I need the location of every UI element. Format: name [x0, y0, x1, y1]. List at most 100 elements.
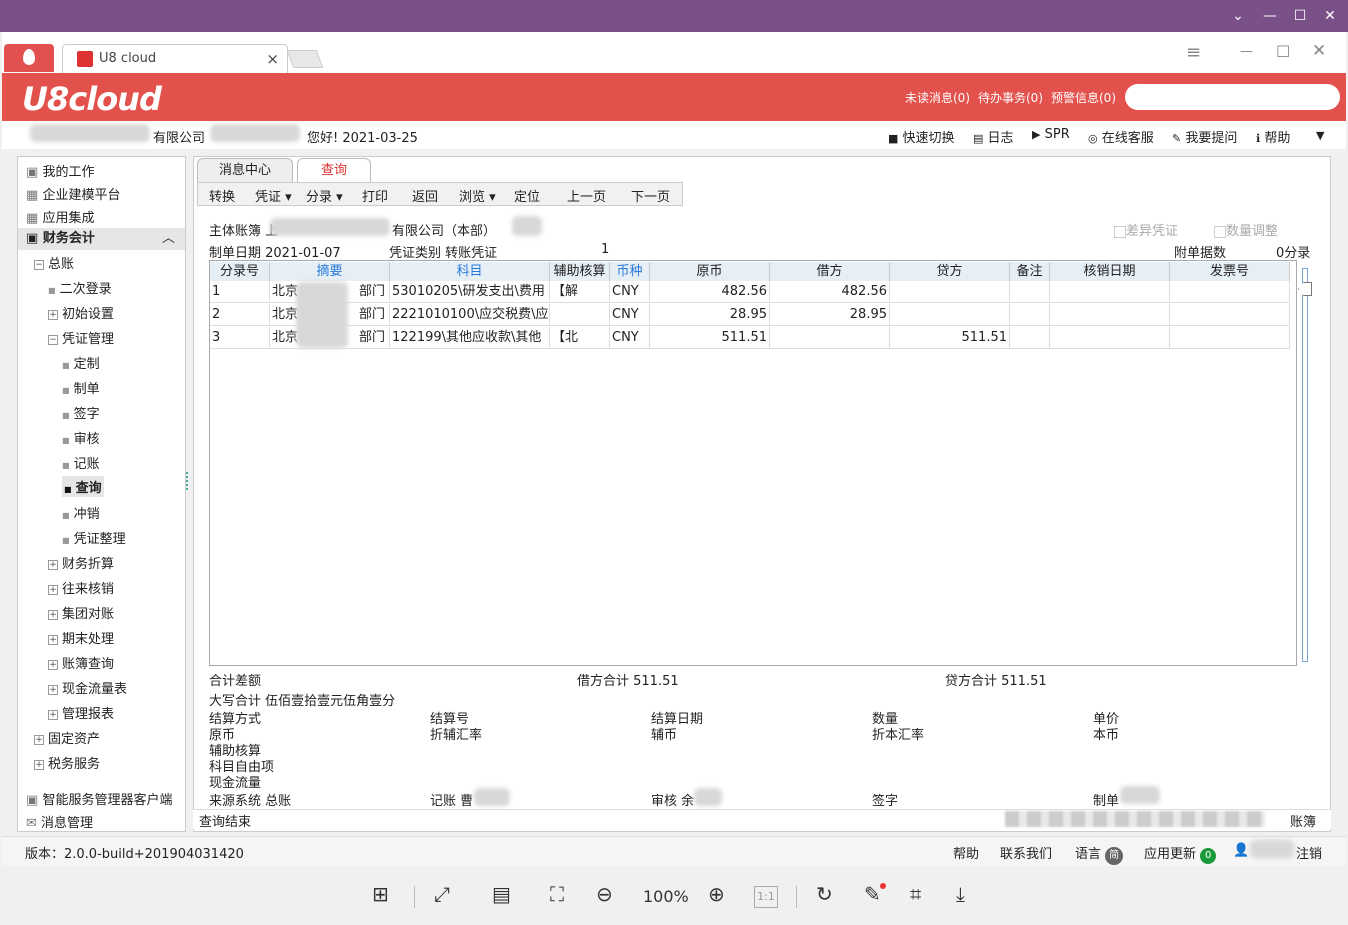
- tree-node-fixed-assets[interactable]: + 固定资产: [34, 728, 100, 747]
- tree-node-relogin[interactable]: ■ 二次登录: [48, 278, 112, 297]
- unread-messages-link[interactable]: 未读消息(0): [905, 89, 970, 106]
- table-cell[interactable]: [1170, 304, 1290, 326]
- table-cell[interactable]: 28.95: [770, 304, 890, 326]
- log-button[interactable]: ▤ 日志: [973, 127, 1014, 146]
- close-icon[interactable]: ✕: [1320, 6, 1340, 26]
- sidebar-item-service-client[interactable]: ▣ 智能服务管理器客户端: [26, 789, 172, 808]
- table-cell[interactable]: [1050, 304, 1170, 326]
- fit-screen-icon[interactable]: ⛶: [550, 882, 564, 906]
- prev-page-button[interactable]: 上一页: [567, 186, 606, 205]
- table-cell[interactable]: 2: [210, 304, 270, 326]
- tree-node-post[interactable]: ■ 记账: [62, 453, 100, 472]
- col-header[interactable]: 贷方: [890, 262, 1010, 281]
- minimize-icon[interactable]: —: [1260, 6, 1280, 26]
- browser-close-icon[interactable]: ✕: [1312, 41, 1326, 61]
- table-cell[interactable]: CNY: [610, 281, 650, 303]
- table-cell[interactable]: [1050, 327, 1170, 349]
- ask-question-button[interactable]: ✎ 我要提问: [1172, 127, 1237, 146]
- help-button[interactable]: ℹ 帮助: [1256, 127, 1290, 146]
- table-cell[interactable]: [1010, 327, 1050, 349]
- table-cell[interactable]: CNY: [610, 327, 650, 349]
- table-cell[interactable]: [1010, 304, 1050, 326]
- entry-dropdown[interactable]: 分录 ▾: [306, 186, 343, 205]
- tree-node-voucher-mgmt[interactable]: − 凭证管理: [48, 328, 114, 347]
- table-cell[interactable]: [1170, 327, 1290, 349]
- browser-tab[interactable]: U8 cloud ×: [62, 44, 288, 74]
- next-page-button[interactable]: 下一页: [631, 186, 670, 205]
- col-header[interactable]: 摘要: [270, 262, 390, 281]
- col-header[interactable]: 分录号: [210, 262, 270, 281]
- col-header[interactable]: 科目: [390, 262, 550, 281]
- table-cell[interactable]: 28.95: [650, 304, 770, 326]
- browser-minimize-icon[interactable]: —: [1240, 44, 1253, 59]
- fit-width-icon[interactable]: ⤢: [434, 882, 450, 906]
- tab-close-icon[interactable]: ×: [266, 50, 279, 68]
- annotate-icon[interactable]: ✎: [864, 882, 881, 906]
- header-search-input[interactable]: [1125, 84, 1340, 110]
- table-cell[interactable]: 511.51: [650, 327, 770, 349]
- table-cell[interactable]: [890, 304, 1010, 326]
- table-cell[interactable]: 2221010100\应交税费\应: [390, 304, 550, 326]
- qty-adjust-checkbox[interactable]: 数量调整: [1214, 220, 1278, 239]
- chevron-up-icon[interactable]: ︿: [162, 228, 175, 250]
- col-header[interactable]: 发票号: [1170, 262, 1290, 281]
- col-header[interactable]: 核销日期: [1050, 262, 1170, 281]
- table-cell[interactable]: [890, 281, 1010, 303]
- convert-button[interactable]: 转换: [209, 186, 235, 205]
- print-button[interactable]: 打印: [362, 186, 388, 205]
- todo-link[interactable]: 待办事务(0): [978, 89, 1043, 106]
- language-selector[interactable]: 语言 简: [1075, 843, 1124, 865]
- table-cell[interactable]: 482.56: [770, 281, 890, 303]
- tree-node-reverse[interactable]: ■ 冲销: [62, 503, 100, 522]
- table-cell[interactable]: 53010205\研发支出\费用: [390, 281, 550, 303]
- sidebar-item-my-work[interactable]: ▣ 我的工作: [26, 161, 94, 180]
- tree-node-tax[interactable]: + 税务服务: [34, 753, 100, 772]
- locate-button[interactable]: 定位: [514, 186, 540, 205]
- table-cell[interactable]: 【解: [550, 281, 610, 303]
- tree-node-group-recon[interactable]: + 集团对账: [48, 603, 114, 622]
- tree-node-custom[interactable]: ■ 定制: [62, 353, 100, 372]
- quick-switch-button[interactable]: ■ 快速切换: [888, 127, 955, 146]
- table-cell[interactable]: 511.51: [890, 327, 1010, 349]
- tree-node-general-ledger[interactable]: − 总账: [34, 253, 74, 272]
- online-service-button[interactable]: ◎ 在线客服: [1088, 127, 1154, 146]
- col-header[interactable]: 原币: [650, 262, 770, 281]
- translate-icon[interactable]: ▤: [492, 882, 511, 906]
- splitter-handle[interactable]: [186, 472, 189, 490]
- tab-message-center[interactable]: 消息中心: [197, 158, 293, 182]
- browser-maximize-icon[interactable]: ☐: [1276, 42, 1290, 61]
- alert-link[interactable]: 预警信息(0): [1051, 89, 1116, 106]
- rotate-icon[interactable]: ↻: [816, 882, 833, 906]
- chevron-down-icon[interactable]: ▼: [1316, 129, 1324, 142]
- table-cell[interactable]: CNY: [610, 304, 650, 326]
- maximize-icon[interactable]: ☐: [1290, 6, 1310, 26]
- table-cell[interactable]: [1170, 281, 1290, 303]
- tree-node-sign[interactable]: ■ 签字: [62, 403, 100, 422]
- app-logo-icon[interactable]: [4, 44, 54, 72]
- table-cell[interactable]: [1050, 281, 1170, 303]
- col-header[interactable]: 辅助核算: [550, 262, 610, 281]
- grid-scrollbar[interactable]: [1302, 268, 1308, 662]
- new-tab-button[interactable]: [286, 50, 324, 68]
- table-cell[interactable]: [1010, 281, 1050, 303]
- tree-node-initial-setup[interactable]: + 初始设置: [48, 303, 114, 322]
- table-cell[interactable]: 3: [210, 327, 270, 349]
- table-cell[interactable]: [770, 327, 890, 349]
- tree-node-reconcile[interactable]: + 往来核销: [48, 578, 114, 597]
- col-header[interactable]: 币种: [610, 262, 650, 281]
- app-update-link[interactable]: 应用更新 0: [1144, 843, 1217, 864]
- sidebar-item-message-mgmt[interactable]: ✉ 消息管理: [26, 812, 93, 831]
- layout-icon[interactable]: ⊞: [372, 882, 389, 906]
- zoom-in-icon[interactable]: ⊕: [708, 882, 725, 906]
- table-cell[interactable]: 122199\其他应收款\其他: [390, 327, 550, 349]
- back-button[interactable]: 返回: [412, 186, 438, 205]
- col-header[interactable]: 备注: [1010, 262, 1050, 281]
- sidebar-item-integration[interactable]: ▦ 应用集成: [26, 207, 94, 226]
- actual-size-icon[interactable]: 1:1: [754, 886, 778, 908]
- menu-icon[interactable]: ≡: [1186, 42, 1201, 63]
- table-cell[interactable]: 1: [210, 281, 270, 303]
- tab-query[interactable]: 查询: [297, 158, 371, 182]
- sidebar-item-finance[interactable]: ▣ 财务会计 ︿: [18, 228, 185, 250]
- tree-node-query[interactable]: ■ 查询: [62, 476, 104, 497]
- voucher-dropdown[interactable]: 凭证 ▾: [255, 186, 292, 205]
